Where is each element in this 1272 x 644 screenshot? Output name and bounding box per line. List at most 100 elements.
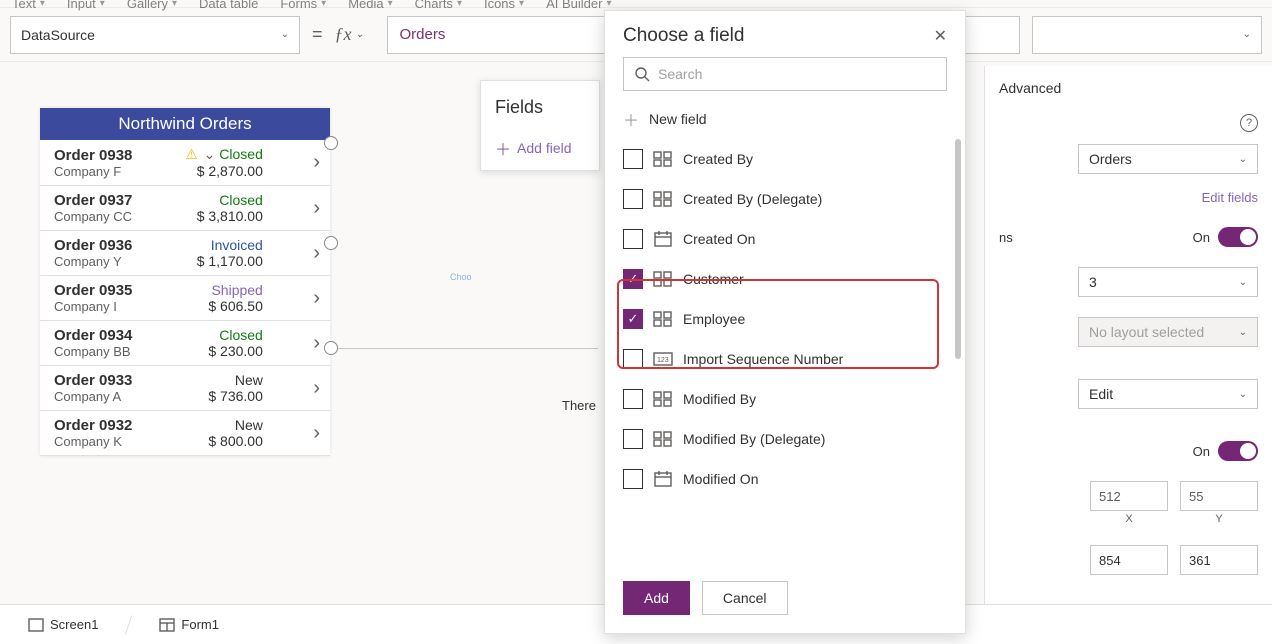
chevron-down-icon: ▾ <box>388 0 393 9</box>
orders-gallery[interactable]: Northwind Orders Order 0938Company F⚠ ⌄ … <box>40 108 330 456</box>
order-status: Invoiced <box>211 237 263 253</box>
ribbon-text[interactable]: Text ▾ <box>12 0 45 11</box>
ribbon-forms[interactable]: Forms ▾ <box>280 0 326 11</box>
order-row[interactable]: Order 0936Company YInvoiced$ 1,170.00› <box>40 231 330 276</box>
order-status: Closed <box>219 192 263 208</box>
field-item[interactable]: ✓Employee <box>623 299 957 339</box>
field-checkbox[interactable] <box>623 469 643 489</box>
field-checkbox[interactable] <box>623 349 643 369</box>
chevron-down-icon: ▾ <box>606 0 611 9</box>
chevron-down-icon: ▾ <box>40 0 45 9</box>
order-company: Company BB <box>54 344 132 359</box>
search-placeholder: Search <box>658 66 702 82</box>
order-row[interactable]: Order 0933Company ANew$ 736.00› <box>40 366 330 411</box>
new-field-button[interactable]: ＋ New field <box>605 99 965 139</box>
add-field-button[interactable]: ＋ Add field <box>495 136 585 160</box>
order-company: Company K <box>54 434 132 449</box>
ribbon-charts[interactable]: Charts ▾ <box>415 0 462 11</box>
form-icon <box>159 618 175 632</box>
tab-advanced[interactable]: Advanced <box>999 66 1258 106</box>
snap-toggle[interactable] <box>1218 227 1258 247</box>
chevron-right-icon: › <box>313 197 320 220</box>
field-checkbox[interactable] <box>623 389 643 409</box>
field-item[interactable]: ✓Customer <box>623 259 957 299</box>
edit-fields-link[interactable]: Edit fields <box>999 184 1258 217</box>
ribbon-gallery[interactable]: Gallery ▾ <box>127 0 177 11</box>
field-checkbox[interactable] <box>623 429 643 449</box>
position-y-input[interactable]: 55 <box>1180 481 1258 511</box>
ribbon-icons[interactable]: Icons ▾ <box>484 0 524 11</box>
order-company: Company I <box>54 299 132 314</box>
field-checkbox[interactable]: ✓ <box>623 309 643 329</box>
field-search-input[interactable]: Search <box>623 57 947 91</box>
visible-toggle[interactable] <box>1218 441 1258 461</box>
chevron-down-icon: ▾ <box>100 0 105 9</box>
scrollbar-thumb[interactable] <box>955 139 961 359</box>
formula-text: Orders <box>400 26 446 43</box>
field-type-icon <box>653 311 673 327</box>
chevron-down-icon: ▾ <box>457 0 462 9</box>
size-height-input[interactable]: 361 <box>1180 545 1258 575</box>
order-number: Order 0933 <box>54 372 132 389</box>
svg-text:123: 123 <box>657 357 669 364</box>
field-item[interactable]: Modified By <box>623 379 957 419</box>
columns-dropdown[interactable]: 3 ⌄ <box>1078 267 1258 297</box>
ribbon-datatable[interactable]: Data table <box>199 0 258 11</box>
field-item[interactable]: Created By (Delegate) <box>623 179 957 219</box>
field-item[interactable]: Modified By (Delegate) <box>623 419 957 459</box>
close-icon[interactable]: ✕ <box>934 26 947 46</box>
field-item[interactable]: Created By <box>623 139 957 179</box>
choose-field-title: Choose a field <box>623 25 744 47</box>
order-company: Company F <box>54 164 132 179</box>
chevron-down-icon: ▾ <box>519 0 524 9</box>
ribbon-media[interactable]: Media ▾ <box>348 0 392 11</box>
order-number: Order 0932 <box>54 417 132 434</box>
order-row[interactable]: Order 0934Company BBClosed$ 230.00› <box>40 321 330 366</box>
add-button[interactable]: Add <box>623 581 690 615</box>
selection-handle[interactable] <box>324 236 338 250</box>
tree-form[interactable]: Form1 <box>147 613 231 636</box>
field-type-icon <box>653 391 673 407</box>
chevron-right-icon: › <box>313 287 320 310</box>
selection-handle[interactable] <box>324 341 338 355</box>
size-width-input[interactable]: 854 <box>1090 545 1168 575</box>
cancel-button[interactable]: Cancel <box>702 581 788 615</box>
field-checkbox[interactable]: ✓ <box>623 269 643 289</box>
order-number: Order 0938 <box>54 147 132 164</box>
order-number: Order 0935 <box>54 282 132 299</box>
mode-dropdown[interactable]: Edit ⌄ <box>1078 379 1258 409</box>
field-item[interactable]: Modified On <box>623 459 957 499</box>
field-list: Created ByCreated By (Delegate)Created O… <box>605 139 965 569</box>
field-item[interactable]: Created On <box>623 219 957 259</box>
property-selector[interactable]: DataSource ⌄ <box>10 16 300 54</box>
field-item[interactable]: 123Import Sequence Number <box>623 339 957 379</box>
order-price: $ 230.00 <box>208 343 263 359</box>
mode-value: Edit <box>1089 386 1113 402</box>
field-checkbox[interactable] <box>623 229 643 249</box>
chevron-down-icon: ⌄ <box>1239 277 1247 288</box>
field-checkbox[interactable] <box>623 149 643 169</box>
order-row[interactable]: Order 0937Company CCClosed$ 3,810.00› <box>40 186 330 231</box>
fx-icon[interactable]: ƒx ⌄ <box>335 24 375 45</box>
chevron-down-icon: ▾ <box>321 0 326 9</box>
right-formula-dropdown[interactable]: ⌄ <box>1032 16 1262 54</box>
position-x-input[interactable]: 512 <box>1090 481 1168 511</box>
order-status: New <box>235 372 263 388</box>
help-icon[interactable]: ? <box>1240 114 1258 132</box>
ribbon-aibuilder[interactable]: AI Builder ▾ <box>546 0 611 11</box>
selection-handle[interactable] <box>324 136 338 150</box>
new-field-label: New field <box>649 111 707 127</box>
canvas-hint: There <box>562 398 596 413</box>
field-checkbox[interactable] <box>623 189 643 209</box>
order-row[interactable]: Order 0935Company IShipped$ 606.50› <box>40 276 330 321</box>
ribbon-input[interactable]: Input ▾ <box>67 0 105 11</box>
fields-panel: Fields ＋ Add field <box>480 80 600 171</box>
search-icon <box>634 66 650 82</box>
order-price: $ 2,870.00 <box>197 163 263 179</box>
tree-screen[interactable]: Screen1 <box>16 613 110 636</box>
order-row[interactable]: Order 0932Company KNew$ 800.00› <box>40 411 330 456</box>
chevron-down-icon: ⌄ <box>1239 389 1247 400</box>
order-row[interactable]: Order 0938Company F⚠ ⌄ Closed$ 2,870.00› <box>40 140 330 186</box>
datasource-dropdown[interactable]: Orders ⌄ <box>1078 144 1258 174</box>
chevron-down-icon: ⌄ <box>1239 327 1247 338</box>
